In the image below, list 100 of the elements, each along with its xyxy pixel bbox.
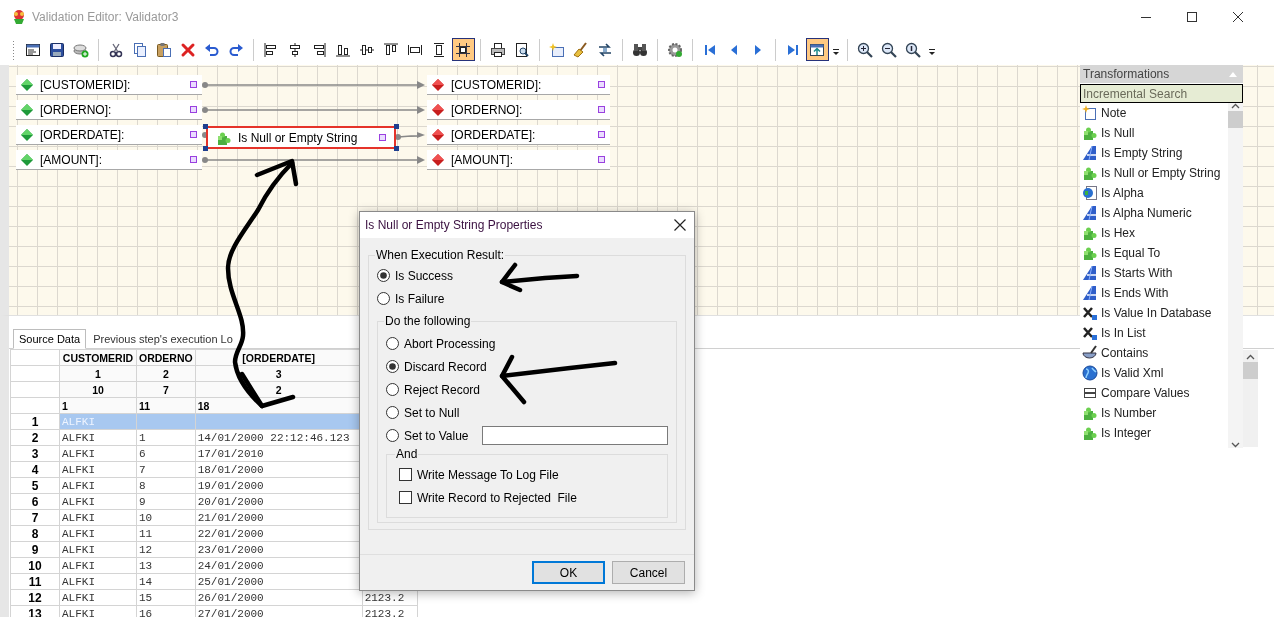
radio-button[interactable] <box>386 429 399 442</box>
field-node[interactable]: [CUSTOMERID]: <box>16 75 202 95</box>
binoculars-icon <box>632 41 648 58</box>
dialog-button[interactable]: Cancel <box>612 561 685 584</box>
close-icon <box>1233 12 1243 22</box>
print-icon <box>490 41 506 58</box>
transformation-item[interactable]: Note <box>1080 103 1228 123</box>
selection-handle[interactable] <box>394 124 399 129</box>
transformation-item[interactable]: Is In List <box>1080 323 1228 343</box>
selection-handle[interactable] <box>203 146 208 151</box>
cross-icon <box>1082 325 1098 341</box>
bowl-icon <box>1082 345 1098 361</box>
field-node[interactable]: [CUSTOMERID]: <box>427 75 610 95</box>
swap-icon <box>597 41 613 58</box>
transformation-item[interactable]: Is Alpha Numeric <box>1080 203 1228 223</box>
radio-button[interactable] <box>377 269 390 282</box>
radio-button[interactable] <box>386 383 399 396</box>
scrollbar-thumb[interactable] <box>1243 362 1258 379</box>
transformation-item[interactable]: Contains <box>1080 343 1228 363</box>
radio-button[interactable] <box>386 360 399 373</box>
row-number: 11 <box>10 573 60 590</box>
port-icon <box>598 106 605 113</box>
scrollbar[interactable] <box>1228 103 1243 448</box>
row-number: 6 <box>10 493 60 510</box>
transformation-node[interactable]: Is Null or Empty String <box>206 126 396 149</box>
connector <box>395 132 425 140</box>
table-cell: 13 <box>136 557 196 574</box>
transformation-item[interactable]: Is Hex <box>1080 223 1228 243</box>
search-field[interactable]: Incremental Search <box>1080 84 1243 103</box>
puzzle-icon <box>1082 165 1098 181</box>
row-number: 7 <box>10 509 60 526</box>
transformation-item[interactable]: Is Null or Empty String <box>1080 163 1228 183</box>
selection-handle[interactable] <box>203 124 208 129</box>
checkbox[interactable] <box>399 491 412 504</box>
diamond-icon <box>21 153 33 166</box>
scroll-down-icon <box>1231 442 1240 448</box>
transformation-item[interactable]: Is Integer <box>1080 423 1228 443</box>
scrollbar-thumb[interactable] <box>1228 111 1243 128</box>
paste-icon <box>156 41 172 58</box>
table-cell: 1 <box>136 429 196 446</box>
collapse-icon <box>1229 70 1237 78</box>
field-node[interactable]: [AMOUNT]: <box>427 150 610 170</box>
tab[interactable]: Previous step's execution Lo <box>88 330 238 348</box>
close-button[interactable] <box>674 219 686 231</box>
column-header: ORDERNO <box>136 349 196 366</box>
transformation-item[interactable]: Is Alpha <box>1080 183 1228 203</box>
transformation-item[interactable]: Is Null <box>1080 123 1228 143</box>
transformation-item[interactable]: Is Empty String <box>1080 143 1228 163</box>
table-cell: 2123.2 <box>362 605 418 617</box>
align-right-icon <box>311 41 327 58</box>
transformation-item[interactable]: Is Number <box>1080 403 1228 423</box>
toolbar-button[interactable] <box>805 38 829 61</box>
table-cell: 14 <box>136 573 196 590</box>
puzzle-icon <box>1082 125 1098 141</box>
sparkle-icon <box>549 41 565 58</box>
field-label: [AMOUNT]: <box>40 152 102 167</box>
radio-button[interactable] <box>386 406 399 419</box>
scrollbar[interactable] <box>1243 350 1258 447</box>
transformation-item[interactable]: Compare Values <box>1080 383 1228 403</box>
radio-button[interactable] <box>386 337 399 350</box>
table-cell: ALFKI <box>59 589 137 606</box>
radio-button[interactable] <box>377 292 390 305</box>
row-number: 8 <box>10 525 60 542</box>
copy-icon <box>132 41 148 58</box>
transformation-item[interactable]: Is Starts With <box>1080 263 1228 283</box>
field-node[interactable]: [ORDERDATE]: <box>16 125 202 145</box>
value-field[interactable] <box>482 426 668 445</box>
diamond-icon <box>21 128 33 141</box>
diamond-icon <box>432 153 444 166</box>
field-label: [AMOUNT]: <box>451 152 513 167</box>
gear-icon <box>667 41 683 58</box>
checkbox[interactable] <box>399 468 412 481</box>
field-node[interactable]: [ORDERNO]: <box>427 100 610 120</box>
radio-label: Set to Value <box>404 428 469 443</box>
transformation-item[interactable]: Is Value In Database <box>1080 303 1228 323</box>
field-node[interactable]: [AMOUNT]: <box>16 150 202 170</box>
field-node[interactable]: [ORDERDATE]: <box>427 125 610 145</box>
same-height-icon <box>431 41 447 58</box>
selection-handle[interactable] <box>394 146 399 151</box>
checkbox-label: Write Record to Rejected File <box>417 490 577 505</box>
field-label: [CUSTOMERID]: <box>451 77 542 92</box>
tab[interactable]: Source Data <box>13 329 87 349</box>
dialog-button[interactable]: OK <box>532 561 605 584</box>
port-icon <box>190 131 197 138</box>
table-cell: ALFKI <box>59 477 137 494</box>
field-node[interactable]: [ORDERNO]: <box>16 100 202 120</box>
row-number: 1 <box>10 413 60 430</box>
table-cell: 12 <box>136 541 196 558</box>
toolbar-button[interactable] <box>451 38 475 61</box>
window-icon <box>809 41 825 58</box>
transformation-item[interactable]: Is Ends With <box>1080 283 1228 303</box>
radio-label: Discard Record <box>404 359 487 374</box>
row-number: 12 <box>10 589 60 606</box>
toolbar-grip[interactable] <box>12 39 15 60</box>
row-number: 9 <box>10 541 60 558</box>
zoom-out-icon <box>881 41 897 58</box>
radio-label: Is Failure <box>395 291 445 306</box>
checkbox-label: Write Message To Log File <box>417 467 559 482</box>
transformation-item[interactable]: Is Valid Xml <box>1080 363 1228 383</box>
transformation-item[interactable]: Is Equal To <box>1080 243 1228 263</box>
